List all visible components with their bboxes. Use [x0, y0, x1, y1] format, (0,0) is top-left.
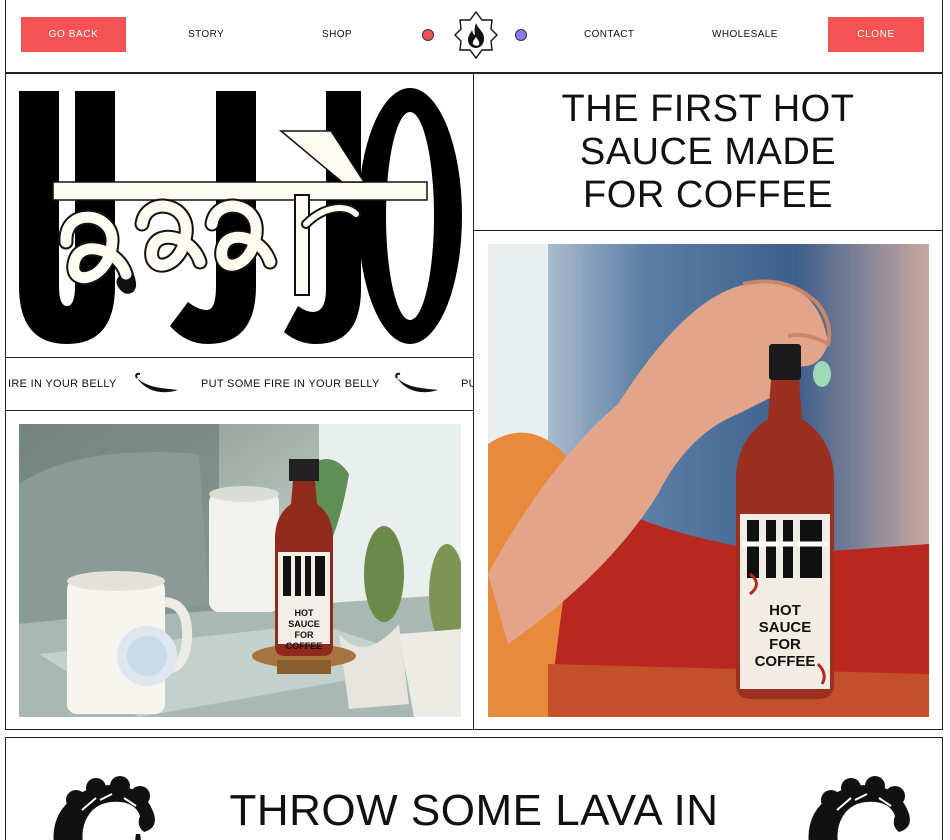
- red-dot-icon[interactable]: [422, 29, 434, 41]
- flame-logo-icon[interactable]: [454, 11, 498, 59]
- svg-text:HOT: HOT: [769, 602, 801, 619]
- lava-section: THROW SOME LAVA IN: [5, 737, 943, 840]
- nav-wholesale-link[interactable]: WHOLESALE: [712, 29, 778, 40]
- chili-pepper-icon: [395, 372, 438, 393]
- svg-text:HOT: HOT: [295, 608, 315, 618]
- chili-pepper-icon: [135, 372, 178, 393]
- svg-text:COFFEE: COFFEE: [755, 653, 816, 670]
- ticker-text: IRE IN YOUR BELLY: [8, 378, 117, 390]
- nav-contact-link[interactable]: CONTACT: [584, 29, 634, 40]
- go-back-button[interactable]: GO BACK: [21, 17, 126, 52]
- hand-holding-bottle-photo: HOT SAUCE FOR COFFEE: [488, 244, 929, 717]
- cafe-photo-panel: HOT SAUCE FOR COFFEE: [5, 410, 474, 730]
- ujjo-logo: [19, 88, 462, 344]
- clone-button[interactable]: CLONE: [828, 17, 924, 52]
- top-nav: GO BACK STORY SHOP CONTACT WHOLESALE CLO…: [5, 0, 943, 73]
- nav-story-link[interactable]: STORY: [188, 29, 224, 40]
- svg-text:COFFEE: COFFEE: [286, 641, 323, 651]
- ticker-text: PUT SOME FIRE IN YOUR BELLY: [201, 378, 380, 390]
- hand-bottle-photo-panel: HOT SAUCE FOR COFFEE: [473, 230, 943, 730]
- scorpion-icon: [808, 776, 910, 840]
- hero-headline-panel: THE FIRST HOT SAUCE MADE FOR COFFEE: [473, 73, 943, 231]
- purple-dot-icon[interactable]: [515, 29, 527, 41]
- svg-text:SAUCE: SAUCE: [288, 619, 320, 629]
- hot-sauce-cafe-photo: HOT SAUCE FOR COFFEE: [19, 424, 461, 717]
- marquee-ticker: IRE IN YOUR BELLY PUT SOME FIRE IN YOUR …: [5, 357, 474, 411]
- svg-text:FOR: FOR: [295, 630, 314, 640]
- svg-text:FOR: FOR: [769, 636, 801, 653]
- hero-headline: THE FIRST HOT SAUCE MADE FOR COFFEE: [561, 87, 855, 216]
- nav-shop-link[interactable]: SHOP: [322, 29, 352, 40]
- brand-logo-panel: [5, 73, 474, 358]
- svg-text:SAUCE: SAUCE: [759, 619, 812, 636]
